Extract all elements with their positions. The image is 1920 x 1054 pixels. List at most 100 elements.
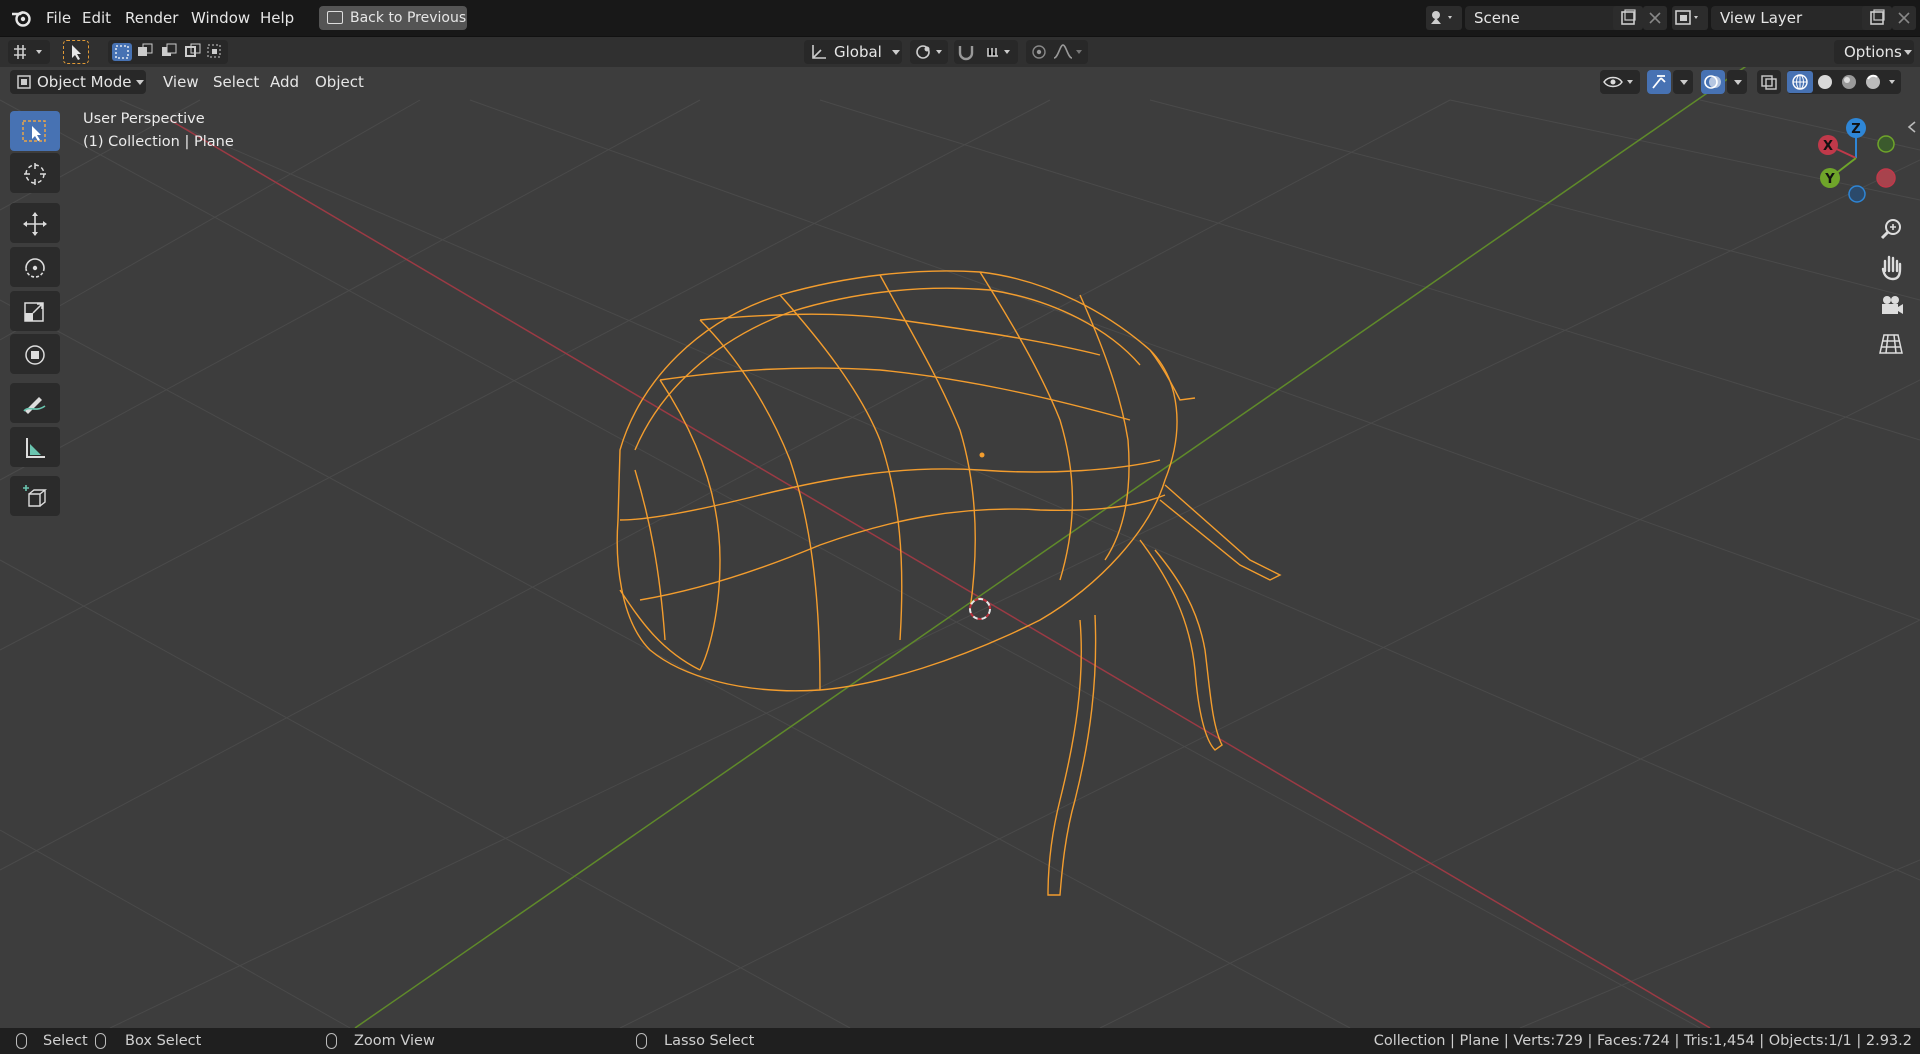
toggle-perspective-button[interactable] xyxy=(1872,327,1910,361)
back-to-previous-label: Back to Previous xyxy=(350,10,467,26)
tool-rotate[interactable] xyxy=(10,247,60,287)
add-cube-icon xyxy=(23,485,47,507)
viewport-header: Object Mode View Select Add Object xyxy=(0,67,1920,100)
tool-transform[interactable] xyxy=(10,334,60,374)
select-extend-icon[interactable] xyxy=(138,43,153,56)
zoom-magnifier-icon xyxy=(1880,219,1901,240)
status-box-select-hint: Box Select xyxy=(125,1033,202,1049)
rotate-icon xyxy=(25,258,45,278)
gizmo-dropdown[interactable] xyxy=(1673,70,1693,94)
editor-type-button[interactable] xyxy=(8,40,50,64)
scene-name-field[interactable]: Scene xyxy=(1465,6,1624,30)
scene-name-value: Scene xyxy=(1474,9,1520,27)
proportional-editing-group[interactable] xyxy=(1026,40,1088,64)
tool-cursor[interactable] xyxy=(10,153,60,193)
solid-shading-icon[interactable] xyxy=(1818,75,1832,89)
camera-view-button[interactable] xyxy=(1872,289,1910,323)
close-icon xyxy=(1649,12,1661,24)
overlays-icon xyxy=(1704,75,1721,89)
menu-add[interactable]: Add xyxy=(264,70,305,94)
object-visibility-dropdown[interactable] xyxy=(1600,70,1640,94)
status-zoom-view-hint: Zoom View xyxy=(354,1033,435,1049)
scene-statistics: Collection | Plane | Verts:729 | Faces:7… xyxy=(1373,1033,1912,1049)
scene-new-button[interactable] xyxy=(1613,6,1643,30)
gizmo-y-label: Y xyxy=(1824,172,1835,187)
cursor-icon xyxy=(24,163,46,185)
transform-orientation-dropdown[interactable]: Global xyxy=(804,40,902,64)
pivot-point-icon xyxy=(916,45,942,59)
viewport-3d[interactable] xyxy=(0,0,1920,1054)
tool-move[interactable] xyxy=(10,203,60,243)
proportional-editing-icon xyxy=(1032,44,1082,59)
select-subtract-icon[interactable] xyxy=(162,43,177,56)
view-layer-icon xyxy=(1675,10,1698,25)
gizmo-x-label: X xyxy=(1823,139,1833,154)
menu-select[interactable]: Select xyxy=(207,70,265,94)
pan-view-button[interactable] xyxy=(1872,251,1910,285)
overlays-dropdown[interactable] xyxy=(1727,70,1747,94)
chevron-down-icon xyxy=(892,50,900,55)
select-box-icon xyxy=(22,120,46,142)
orientation-value: Global xyxy=(834,43,882,61)
show-overlays-toggle[interactable] xyxy=(1701,70,1725,94)
viewport-editor-icon xyxy=(14,45,42,59)
gizmo-neg-z-icon[interactable] xyxy=(1848,185,1866,203)
snapping-group[interactable] xyxy=(954,40,1018,64)
tool-measure[interactable] xyxy=(10,427,60,467)
scene-icon xyxy=(1431,11,1452,24)
wireframe-shading-icon[interactable] xyxy=(1787,71,1813,93)
select-intersect-icon[interactable] xyxy=(207,44,221,58)
mouse-drag-icon xyxy=(95,1033,106,1049)
rendered-shading-icon[interactable] xyxy=(1866,74,1880,89)
select-set-new-icon[interactable] xyxy=(112,43,132,61)
tool-add-cube[interactable] xyxy=(10,476,60,516)
options-dropdown[interactable]: Options xyxy=(1834,40,1914,64)
measure-ruler-icon xyxy=(26,438,45,458)
floor-grid xyxy=(0,99,1920,1029)
chevron-down-icon xyxy=(136,80,144,85)
snap-magnet-icon xyxy=(958,46,1010,61)
tool-scale[interactable] xyxy=(10,291,60,331)
navigation-gizmo[interactable]: Z X Y xyxy=(1800,112,1910,222)
menu-render[interactable]: Render xyxy=(119,0,184,36)
show-gizmo-toggle[interactable] xyxy=(1647,70,1671,94)
view-layer-new-button[interactable] xyxy=(1862,6,1892,30)
scene-browse-button[interactable] xyxy=(1426,6,1462,30)
tool-select-box[interactable] xyxy=(10,111,60,151)
menu-help[interactable]: Help xyxy=(254,0,300,36)
select-cursor-icon xyxy=(72,45,81,60)
menu-view[interactable]: View xyxy=(157,70,205,94)
gizmo-neg-x-icon[interactable] xyxy=(1876,168,1896,188)
select-difference-icon[interactable] xyxy=(185,43,201,57)
back-to-previous-button[interactable]: Back to Previous xyxy=(319,6,467,30)
gizmo-neg-y-icon[interactable] xyxy=(1877,135,1895,153)
active-tool-button[interactable] xyxy=(63,40,89,64)
camera-icon xyxy=(1882,296,1903,314)
annotate-pencil-icon xyxy=(23,397,46,414)
menu-edit[interactable]: Edit xyxy=(76,0,117,36)
menu-object[interactable]: Object xyxy=(309,70,370,94)
sidebar-toggle-icon[interactable] xyxy=(1906,120,1918,134)
shading-mode-group xyxy=(1787,70,1901,94)
menu-window[interactable]: Window xyxy=(185,0,256,36)
mouse-right-icon xyxy=(636,1033,647,1049)
interaction-mode-dropdown[interactable]: Object Mode xyxy=(10,70,146,94)
material-shading-icon[interactable] xyxy=(1842,75,1856,89)
zoom-view-button[interactable] xyxy=(1872,213,1910,247)
pivot-point-dropdown[interactable] xyxy=(910,40,948,64)
tool-settings-header: Global Options xyxy=(0,37,1920,67)
tool-annotate[interactable] xyxy=(10,383,60,423)
selected-mesh-wireframe xyxy=(616,270,1282,896)
view-layer-delete-button[interactable] xyxy=(1892,6,1916,30)
xray-toggle[interactable] xyxy=(1757,70,1781,94)
view-layer-browse-button[interactable] xyxy=(1672,6,1708,30)
y-axis-line xyxy=(354,59,1756,1029)
back-screen-icon xyxy=(327,11,343,24)
gizmo-z-label: Z xyxy=(1851,122,1860,137)
3d-cursor xyxy=(969,598,991,620)
menu-file[interactable]: File xyxy=(40,0,77,36)
view-layer-name-field[interactable]: View Layer xyxy=(1711,6,1868,30)
blender-logo-icon[interactable] xyxy=(10,8,32,28)
selection-mode-group xyxy=(108,40,228,64)
scene-delete-button[interactable] xyxy=(1643,6,1667,30)
